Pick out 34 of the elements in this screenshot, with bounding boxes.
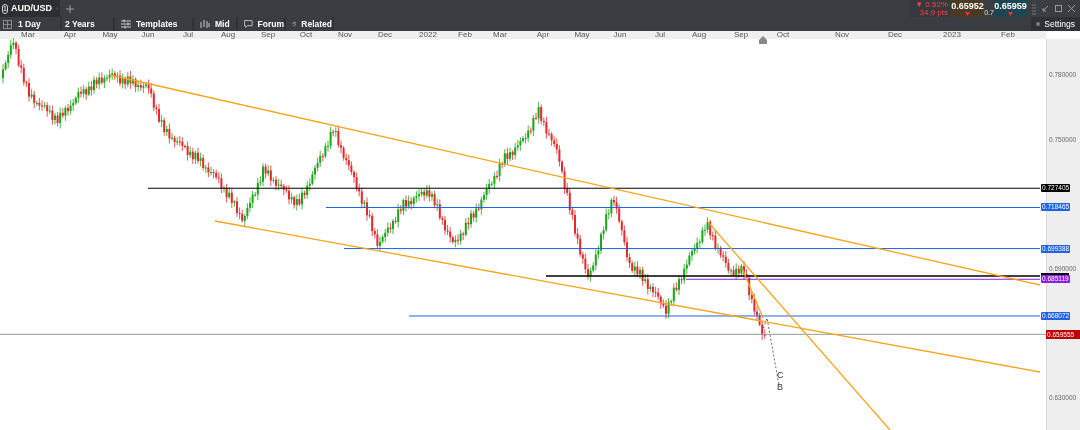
month-label: Sep (260, 30, 276, 39)
settings-button[interactable]: Settings (1031, 17, 1080, 31)
symbol-tab[interactable]: AUD/USD (10, 1, 52, 16)
month-label: Aug (691, 30, 707, 39)
month-label: Oct (299, 30, 313, 39)
month-label: May (102, 30, 118, 39)
points-change: 34.9 pts (919, 8, 948, 17)
month-label: Aug (220, 30, 236, 39)
month-label: Sep (733, 30, 749, 39)
month-label: Jul (182, 30, 194, 39)
month-label: Feb (1001, 30, 1015, 39)
month-label: Apr (536, 30, 550, 39)
month-label: 2023 (943, 30, 961, 39)
month-label: Oct (776, 30, 790, 39)
interval-selector[interactable]: 1 Day (15, 17, 62, 31)
month-label: Nov (337, 30, 353, 39)
month-label: Feb (458, 30, 472, 39)
month-label: Mar (21, 30, 35, 39)
buy-price-button[interactable]: 0.65959 (994, 0, 1027, 17)
month-label: Jun (613, 30, 627, 39)
month-label: Nov (834, 30, 850, 39)
month-label: Jun (141, 30, 155, 39)
month-label: 2022 (419, 30, 437, 39)
wave-label: C (777, 370, 784, 380)
month-label: Dec (887, 30, 903, 39)
range-selector[interactable]: 2 Years (62, 17, 115, 31)
month-label: Jul (654, 30, 666, 39)
month-label: May (574, 30, 590, 39)
sell-price-button[interactable]: 0.65952 (951, 0, 984, 17)
wave-label: B (777, 382, 783, 392)
month-label: Dec (377, 30, 393, 39)
percent-change: ▼ 0.52% (915, 0, 948, 9)
month-label: Apr (63, 30, 77, 39)
month-label: Mar (493, 30, 507, 39)
